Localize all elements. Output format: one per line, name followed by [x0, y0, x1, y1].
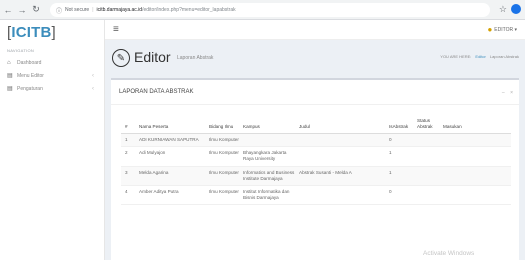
address-separator: |	[92, 7, 94, 13]
report-box: LAPORAN DATA ABSTRAK – × # Nama Peserta …	[111, 78, 519, 260]
cell-number: 3	[121, 166, 137, 186]
file-icon: ▤	[7, 86, 13, 92]
cell-field: Ilmu Komputer	[207, 185, 241, 206]
box-tools: – ×	[498, 90, 513, 96]
cell-status	[415, 185, 441, 206]
column-header[interactable]: IsAbstrak	[387, 116, 415, 134]
cell-campus: Bhayangkara Jakarta Raya University	[241, 146, 297, 167]
column-header[interactable]: Nama Peserta	[137, 116, 207, 134]
cell-number: 2	[121, 146, 137, 167]
cell-title	[297, 146, 387, 167]
cell-field: Ilmu Komputer	[207, 133, 241, 148]
cell-name: Adi Mulyajon	[137, 146, 207, 167]
cell-input	[441, 146, 511, 167]
breadcrumb: YOU ARE HERE: Editor Laporan Abstrak	[436, 54, 519, 59]
page-title: Editor	[134, 49, 171, 65]
sidebar-item-pengaturan[interactable]: ▤ Pengaturan ‹	[0, 82, 104, 95]
cell-title	[297, 185, 387, 206]
cell-field: Ilmu Komputer	[207, 146, 241, 167]
forward-arrow-icon[interactable]: →	[16, 3, 28, 17]
sidebar-item-dashboard[interactable]: ⌂ Dashboard	[0, 56, 104, 69]
user-name: EDITOR	[494, 26, 514, 33]
table-row[interactable]: 1 ADI KURNIAWAN SAPUTRA Ilmu Komputer 0	[121, 133, 511, 148]
column-header[interactable]: #	[121, 116, 137, 134]
cell-input	[441, 133, 511, 148]
content-header: ✎ Editor Laporan Abstrak YOU ARE HERE: E…	[105, 40, 525, 78]
cell-title	[297, 133, 387, 148]
brand-logo[interactable]: [ ICITB ]	[0, 20, 104, 44]
cell-name: Amber Aditya Putra	[137, 185, 207, 206]
info-icon[interactable]: ⓘ	[56, 6, 62, 15]
collapse-icon[interactable]: –	[502, 90, 505, 96]
sidebar-item-label: Dashboard	[17, 59, 42, 66]
nav-header: NAVIGATION	[7, 48, 35, 53]
url-path: /editor/index.php?menu=editor_lapabstrak	[142, 7, 236, 13]
box-title: LAPORAN DATA ABSTRAK	[119, 89, 194, 95]
home-icon: ⌂	[7, 59, 11, 66]
sidebar-item-label: Menu Editor	[17, 72, 44, 79]
column-header[interactable]: Bidang Ilmu	[207, 116, 241, 134]
cell-campus: Informatics and Business Institute Darma…	[241, 166, 297, 186]
cell-number: 1	[121, 133, 137, 148]
close-icon[interactable]: ×	[510, 90, 513, 96]
breadcrumb-prefix: YOU ARE HERE:	[440, 54, 472, 59]
file-icon: ▤	[7, 73, 13, 79]
cell-campus: Institut Informatika dan Bisnis Darmajay…	[241, 185, 297, 206]
sidebar-item-label: Pengaturan	[17, 85, 43, 92]
breadcrumb-link-editor[interactable]: Editor	[475, 54, 485, 59]
address-bar[interactable]: ⓘ Not secure | icitb.darmajaya.ac.id /ed…	[50, 3, 490, 17]
user-icon: ●	[487, 25, 493, 34]
cell-status	[415, 133, 441, 148]
brand-name: ICITB	[11, 23, 52, 41]
table-header-row: # Nama Peserta Bidang Ilmu Kampus Judul …	[121, 116, 511, 134]
cell-title: Abstrak Susanti - Melda A	[297, 166, 387, 186]
back-arrow-icon[interactable]: ←	[2, 3, 14, 17]
cell-input	[441, 185, 511, 206]
cell-name: ADI KURNIAWAN SAPUTRA	[137, 133, 207, 148]
column-header[interactable]: Judul	[297, 116, 387, 134]
reload-icon[interactable]: ↻	[30, 3, 42, 17]
user-menu[interactable]: ● EDITOR ▾	[487, 25, 517, 34]
cell-isabstract: 1	[387, 166, 415, 186]
sidebar-item-menu-editor[interactable]: ▤ Menu Editor ‹	[0, 69, 104, 82]
breadcrumb-current: Laporan Abstrak	[489, 54, 519, 59]
cell-isabstract: 0	[387, 133, 415, 148]
divider	[111, 104, 519, 105]
table-row[interactable]: 4 Amber Aditya Putra Ilmu Komputer Insti…	[121, 185, 511, 206]
column-header[interactable]: Kampus	[241, 116, 297, 134]
table-row[interactable]: 2 Adi Mulyajon Ilmu Komputer Bhayangkara…	[121, 146, 511, 167]
chevron-left-icon: ‹	[92, 72, 94, 79]
not-secure-label: Not secure	[65, 7, 90, 13]
cell-status	[415, 146, 441, 167]
cell-status	[415, 166, 441, 186]
cell-campus	[241, 133, 297, 148]
chevron-left-icon: ‹	[92, 85, 94, 92]
cell-field: Ilmu Komputer	[207, 166, 241, 186]
table-row[interactable]: 3 Melda Agarina Ilmu Komputer Informatic…	[121, 166, 511, 186]
page-subtitle: Laporan Abstrak	[177, 55, 214, 61]
top-navbar: ≡ ● EDITOR ▾	[105, 20, 525, 40]
hamburger-menu-icon[interactable]: ≡	[113, 24, 119, 35]
profile-avatar[interactable]	[511, 4, 521, 14]
abstract-table: # Nama Peserta Bidang Ilmu Kampus Judul …	[121, 116, 511, 206]
browser-toolbar: ← → ↻ ⓘ Not secure | icitb.darmajaya.ac.…	[0, 0, 525, 20]
column-header[interactable]: Masukan	[441, 116, 511, 134]
cell-input	[441, 166, 511, 186]
brand-bracket-right: ]	[51, 23, 56, 41]
pencil-icon: ✎	[112, 49, 130, 67]
sidebar: [ ICITB ] NAVIGATION ⌂ Dashboard ▤ Menu …	[0, 20, 105, 260]
column-header[interactable]: Status Abstrak	[415, 116, 441, 134]
cell-isabstract: 0	[387, 185, 415, 206]
cell-name: Melda Agarina	[137, 166, 207, 186]
cell-number: 4	[121, 185, 137, 206]
bookmark-star-icon[interactable]: ☆	[499, 4, 507, 15]
url-domain: icitb.darmajaya.ac.id	[96, 7, 143, 13]
activate-windows-watermark: Activate Windows	[423, 250, 475, 257]
cell-isabstract: 1	[387, 146, 415, 167]
chevron-down-icon: ▾	[513, 26, 517, 33]
